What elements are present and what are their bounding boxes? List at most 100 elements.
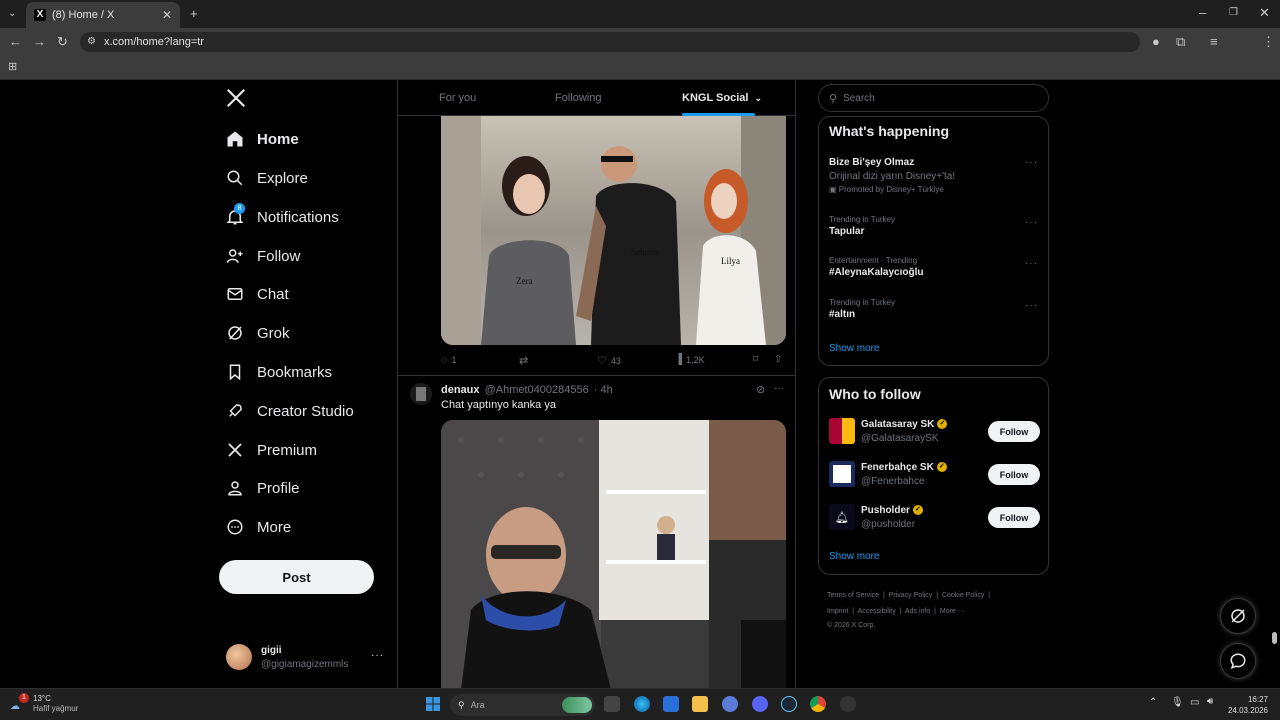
sidebar-item-home[interactable]: Home <box>226 124 299 154</box>
x-premium-icon <box>226 441 244 459</box>
reply-button[interactable]: ◌ 1 <box>441 354 457 366</box>
browser-tab[interactable]: X (8) Home / X ✕ <box>26 2 180 28</box>
footer-link[interactable]: Imprint <box>827 608 848 615</box>
tab-kngl-social[interactable]: KNGL Social ⌄ <box>682 92 762 104</box>
follow-suggestion[interactable]: 🔔︎ Pusholder ✓ @pusholder Follow <box>829 504 1040 534</box>
grok-fab-button[interactable] <box>1220 598 1256 634</box>
account-switcher[interactable]: gigii @gigiamagizemmls ··· <box>226 642 386 676</box>
sidebar-item-grok[interactable]: Grok <box>226 318 290 348</box>
search-input[interactable]: ⚲ Search <box>818 84 1049 112</box>
show-more-link[interactable]: Show more <box>829 551 880 562</box>
share-button[interactable]: ⇧ <box>774 354 782 365</box>
footer-link[interactable]: More ··· <box>940 608 965 615</box>
views-button[interactable]: ▐ 1,2K <box>675 354 705 365</box>
forward-icon[interactable]: → <box>33 35 46 49</box>
task-view-icon[interactable] <box>604 696 620 712</box>
volume-icon[interactable]: 🔊︎ <box>1207 696 1213 707</box>
address-bar[interactable]: ⚙ x.com/home?lang=tr <box>80 32 1140 52</box>
follow-button[interactable]: Follow <box>988 464 1040 485</box>
account-handle: @gigiamagizemmls <box>261 659 349 670</box>
tweet-image[interactable] <box>441 420 786 688</box>
chevron-up-icon[interactable]: ⌃ <box>1149 697 1157 708</box>
footer-link[interactable]: Accessibility <box>858 608 896 615</box>
tweet-more-icon[interactable]: ··· <box>774 383 784 394</box>
window-close-icon[interactable]: ✕ <box>1259 6 1270 20</box>
extensions-icon[interactable]: ⧉ <box>1176 35 1185 49</box>
scrollbar[interactable] <box>1272 632 1277 644</box>
tweet-time[interactable]: · 4h <box>594 384 613 396</box>
tab-search-icon[interactable]: ⌄ <box>8 7 16 21</box>
site-info-icon[interactable]: ⚙ <box>87 35 96 49</box>
search-highlight-icon <box>562 697 592 713</box>
tab-close-icon[interactable]: ✕ <box>162 8 172 22</box>
discord-icon[interactable] <box>752 696 768 712</box>
chrome-icon[interactable] <box>810 696 826 712</box>
edge-icon[interactable] <box>634 696 650 712</box>
sidebar-item-more[interactable]: More <box>226 512 291 542</box>
maximize-icon[interactable]: ❐ <box>1229 6 1238 20</box>
view-count: 1,2K <box>686 354 705 365</box>
sidebar-item-creator-studio[interactable]: Creator Studio <box>226 396 354 426</box>
steam-icon[interactable] <box>781 696 797 712</box>
grok-icon[interactable]: ⊘ <box>756 383 765 396</box>
show-more-link[interactable]: Show more <box>829 343 880 354</box>
network-icon[interactable]: ▭ <box>1190 697 1199 708</box>
store-icon[interactable] <box>663 696 679 712</box>
footer-link[interactable]: Ads info <box>905 608 930 615</box>
browser-menu-icon[interactable]: ⋮ <box>1262 35 1275 49</box>
footer-link[interactable]: Privacy Policy <box>889 592 933 599</box>
trend-more-icon[interactable]: ··· <box>1025 300 1038 311</box>
sidebar-item-premium[interactable]: Premium <box>226 435 317 465</box>
trend-item[interactable]: Trending in Turkey Tapular <box>829 215 1039 237</box>
promoted-trend[interactable]: Bize Bi'şey Olmaz Orijinal dizi yarın Di… <box>829 157 1039 194</box>
footer-link[interactable]: Terms of Service <box>827 592 879 599</box>
avatar[interactable] <box>410 383 432 405</box>
follow-suggestion[interactable]: Galatasaray SK ✓ @GalatasaraySK Follow <box>829 418 1040 448</box>
follow-button[interactable]: Follow <box>988 421 1040 442</box>
follow-name: Galatasaray SK <box>861 419 935 430</box>
extension-cookie-icon[interactable]: ● <box>1152 35 1160 49</box>
sidebar-item-profile[interactable]: Profile <box>226 473 300 503</box>
trend-more-icon[interactable]: ··· <box>1025 258 1038 269</box>
sidebar-item-explore[interactable]: Explore <box>226 163 308 193</box>
timeline: For you Following KNGL Social ⌄ Zera Şeh… <box>397 80 796 688</box>
account-more-icon[interactable]: ··· <box>371 650 384 661</box>
trend-more-icon[interactable]: ··· <box>1025 157 1038 168</box>
apps-grid-icon[interactable]: ⊞ <box>8 60 17 74</box>
minimize-icon[interactable]: – <box>1199 6 1206 20</box>
tab-for-you[interactable]: For you <box>439 92 476 104</box>
file-explorer-icon[interactable] <box>692 696 708 712</box>
weather-widget[interactable]: 1 ☁ 13°C Hafif yağmur <box>10 693 78 714</box>
follow-button[interactable]: Follow <box>988 507 1040 528</box>
repost-button[interactable]: ⇄ <box>519 354 528 367</box>
trend-more-icon[interactable]: ··· <box>1025 217 1038 228</box>
windows-start-icon[interactable] <box>426 697 440 711</box>
sidebar-item-bookmarks[interactable]: Bookmarks <box>226 357 332 387</box>
clock[interactable]: 16:27 24.03.2026 <box>1228 694 1268 716</box>
new-tab-icon[interactable]: + <box>190 7 198 21</box>
sidebar-item-follow[interactable]: Follow <box>226 241 300 271</box>
media-icon[interactable]: ≡ <box>1210 35 1218 49</box>
messages-fab-button[interactable] <box>1220 643 1256 679</box>
x-logo-icon[interactable] <box>226 88 250 112</box>
tweet-author[interactable]: denaux <box>441 384 480 396</box>
follow-suggestion[interactable]: Fenerbahçe SK ✓ @Fenerbahce Follow <box>829 461 1040 491</box>
settings-app-icon[interactable] <box>722 696 738 712</box>
reload-icon[interactable]: ↻ <box>57 35 68 49</box>
microphone-icon[interactable]: 🎙︎ <box>1171 697 1184 708</box>
taskbar-search[interactable]: ⚲ Ara <box>450 694 595 716</box>
tweet-handle[interactable]: @Ahmet0400284556 <box>485 384 589 396</box>
tweet-image[interactable]: Zera Şehmus Lilya <box>441 116 786 345</box>
app-icon[interactable] <box>840 696 856 712</box>
sidebar-item-label: Chat <box>257 285 289 303</box>
post-button[interactable]: Post <box>219 560 374 594</box>
sidebar-item-chat[interactable]: Chat <box>226 279 289 309</box>
like-button[interactable]: ♡ 43 <box>597 354 621 367</box>
bookmark-button[interactable]: ⌑ <box>753 354 758 365</box>
trend-item[interactable]: Entertainment · Trending #AleynaKalaycıo… <box>829 256 1039 278</box>
back-icon[interactable]: ← <box>9 35 22 49</box>
trend-item[interactable]: Trending in Turkey #altın <box>829 298 1039 320</box>
sidebar-item-notifications[interactable]: 8 Notifications <box>226 202 339 232</box>
tab-following[interactable]: Following <box>555 92 601 104</box>
footer-link[interactable]: Cookie Policy <box>942 592 984 599</box>
